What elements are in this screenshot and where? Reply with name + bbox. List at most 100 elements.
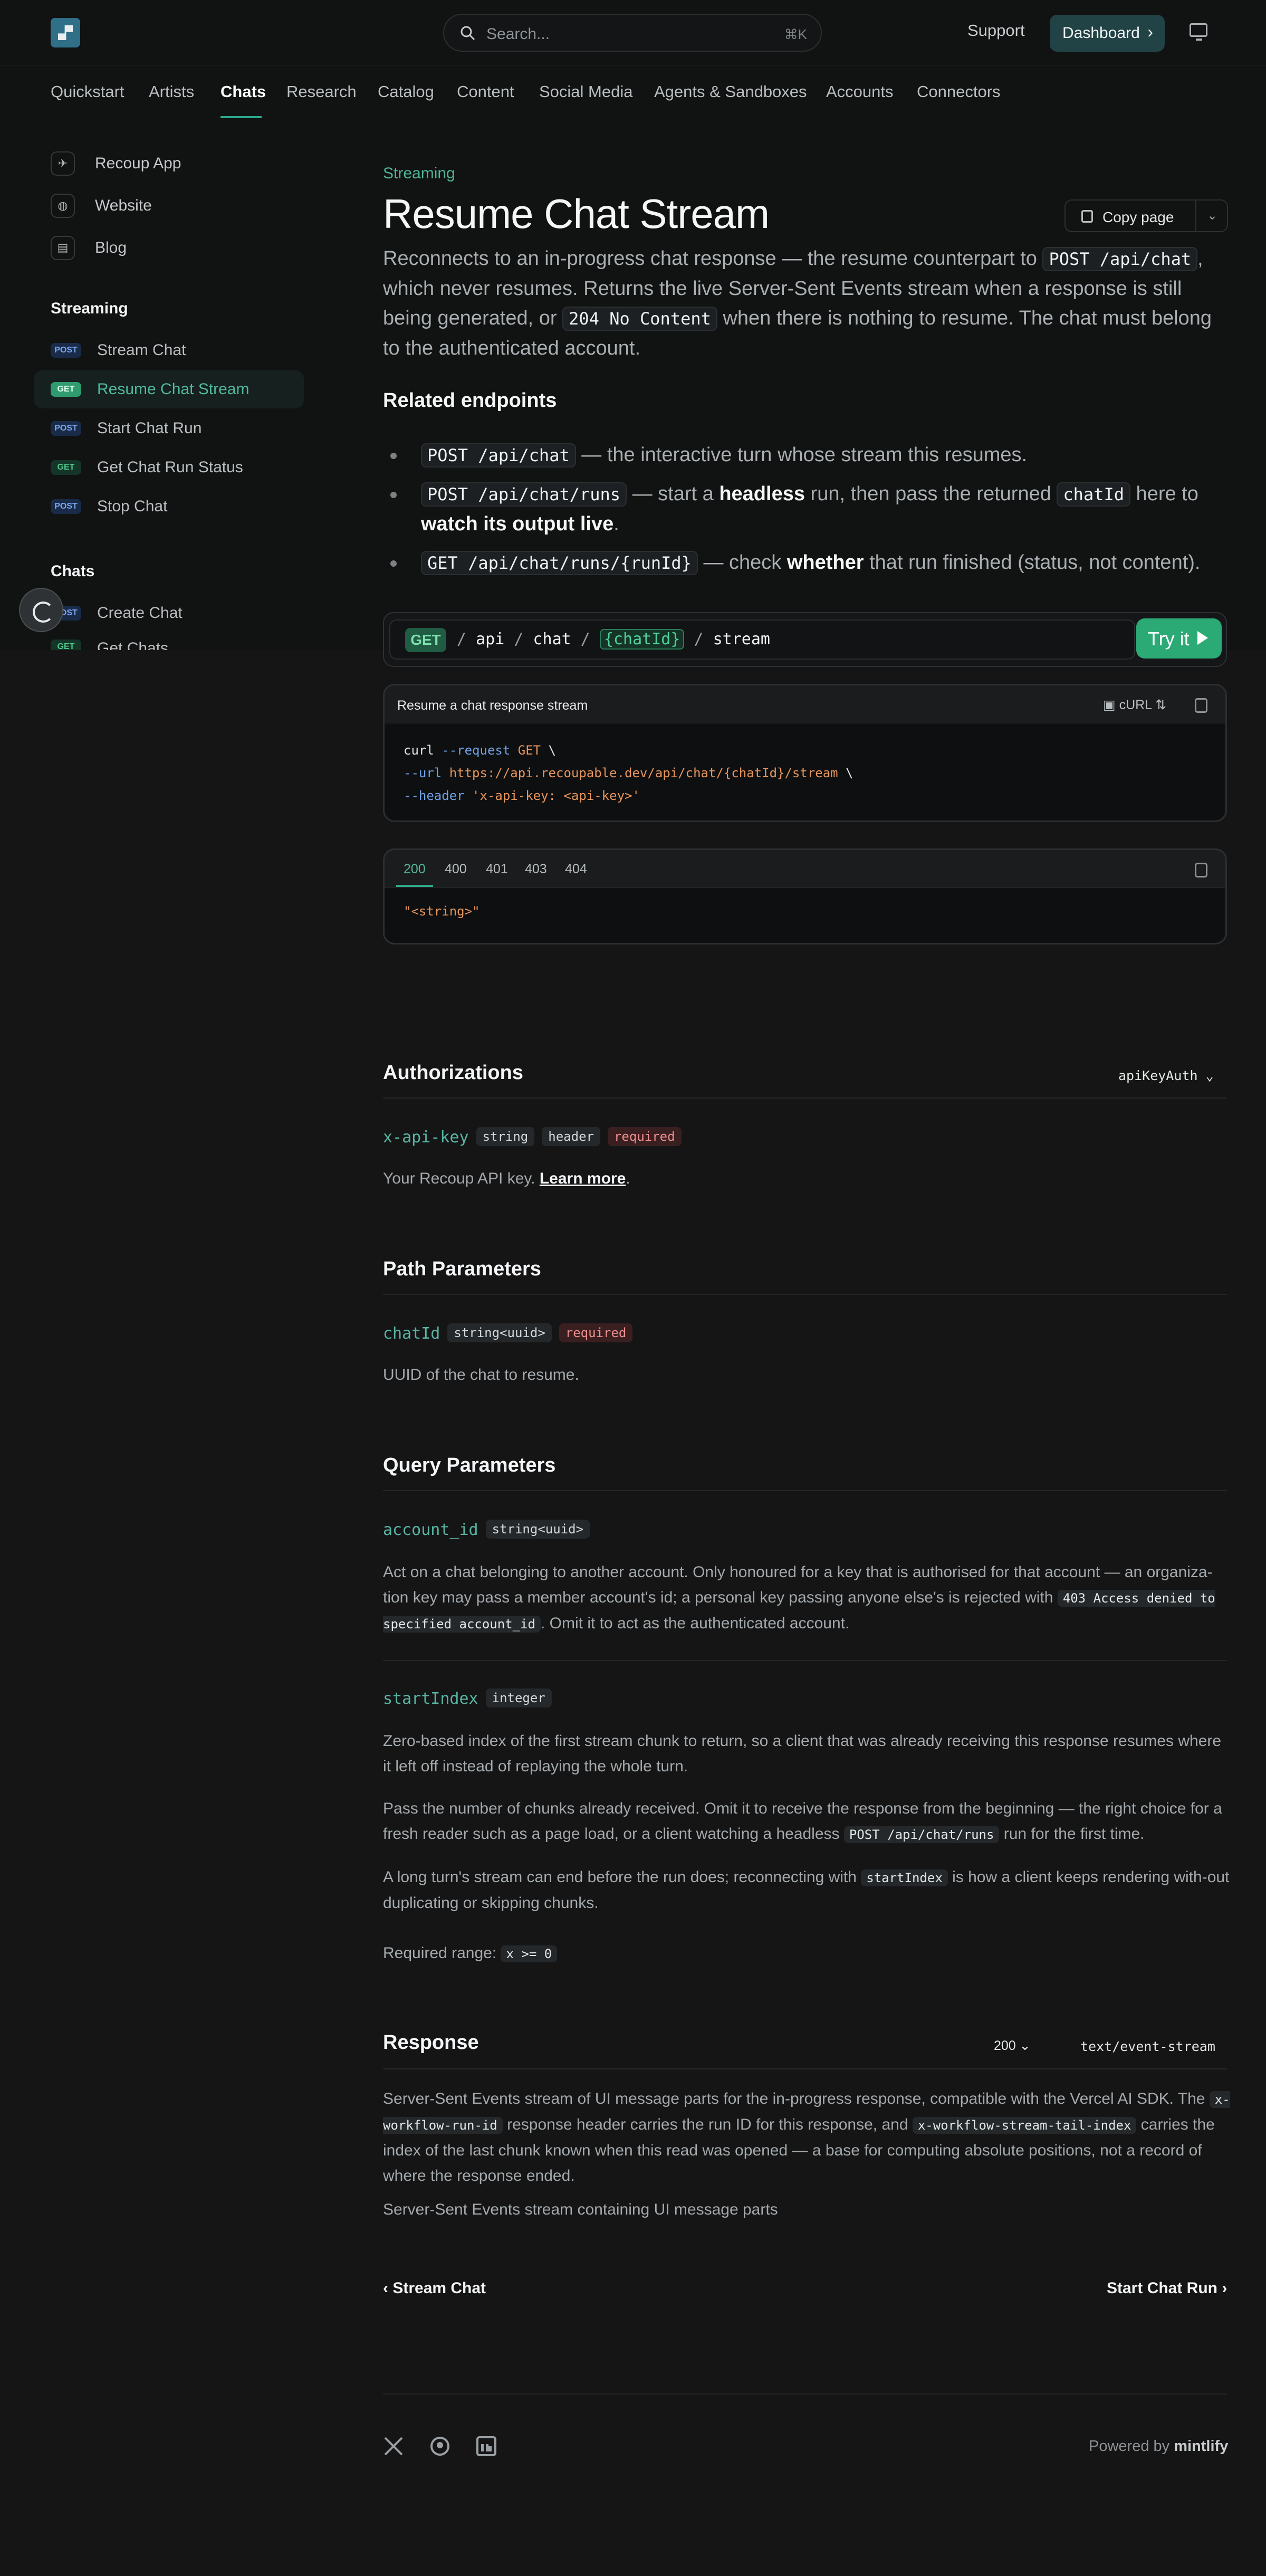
inline-code: GET /api/chat/runs/{runId}: [421, 551, 698, 575]
inline-code: chatId: [1057, 482, 1130, 507]
next-page-link[interactable]: Start Chat Run ›: [1107, 2279, 1227, 2297]
auth-scheme-label: apiKeyAuth: [1118, 1068, 1198, 1083]
list-item: GET /api/chat/runs/{runId} — check wheth…: [390, 548, 1234, 578]
tab-403[interactable]: 403: [525, 862, 547, 877]
list-emphasis: headless: [719, 483, 805, 505]
inline-code: POST /api/chat/runs: [421, 482, 627, 507]
method-badge: GET: [51, 460, 81, 475]
tab-connectors[interactable]: Connectors: [917, 82, 1001, 101]
sidebar-link-label: Website: [95, 197, 152, 214]
sidebar-link-recoup-app[interactable]: ✈ Recoup App: [51, 151, 181, 176]
monitor-icon[interactable]: [1190, 23, 1207, 41]
range-label: Required range:: [383, 1944, 501, 1962]
try-it-label: Try it: [1148, 628, 1190, 650]
sidebar-item-stop-chat[interactable]: POST Stop Chat: [34, 488, 304, 526]
try-it-button[interactable]: Try it: [1136, 618, 1222, 659]
tab-catalog[interactable]: Catalog: [378, 82, 434, 101]
type-pill: integer: [485, 1688, 552, 1707]
list-text: — start a: [627, 483, 720, 505]
sidebar-item-stream-chat[interactable]: POST Stream Chat: [34, 331, 304, 369]
tab-chats[interactable]: Chats: [220, 82, 266, 101]
linkedin-icon[interactable]: [476, 2436, 497, 2457]
endpoint-url-field[interactable]: GET / api / chat / {chatId} / stream: [389, 619, 1135, 660]
sidebar-item-create-chat[interactable]: POST Create Chat: [34, 594, 304, 632]
search-shortcut: ⌘K: [784, 26, 807, 42]
field-name: startIndex: [383, 1690, 478, 1708]
required-pill: required: [607, 1127, 682, 1146]
assistant-fab-icon[interactable]: [19, 588, 63, 632]
language-select[interactable]: ▣ cURL ⇅: [1103, 697, 1166, 713]
tab-content[interactable]: Content: [457, 82, 514, 101]
sidebar-item-start-chat-run[interactable]: POST Start Chat Run: [34, 409, 304, 447]
sidebar-group-title: Chats: [51, 562, 95, 580]
field-description: Your Recoup API key. Learn more.: [383, 1166, 1232, 1191]
play-icon: [1197, 631, 1208, 645]
recoup-logo[interactable]: [51, 18, 80, 47]
description-text: A long turn's stream can end before the …: [383, 1868, 861, 1886]
auth-scheme-select[interactable]: apiKeyAuth ⌄: [1118, 1068, 1214, 1083]
tab-accounts[interactable]: Accounts: [826, 82, 894, 101]
learn-more-link[interactable]: Learn more: [540, 1170, 626, 1187]
status-code-select[interactable]: 200 ⌄: [994, 2038, 1031, 2054]
divider: [383, 2393, 1227, 2394]
x-icon[interactable]: [383, 2436, 404, 2457]
method-badge: POST: [51, 343, 81, 358]
tab-400[interactable]: 400: [445, 862, 467, 877]
tab-agents-sandboxes[interactable]: Agents & Sandboxes: [654, 82, 807, 101]
field-row: x-api-key string header required: [383, 1127, 682, 1147]
content-type-label: text/event-stream: [1080, 2039, 1215, 2054]
tab-artists[interactable]: Artists: [149, 82, 194, 101]
tab-social-media[interactable]: Social Media: [539, 82, 632, 101]
request-example-title: Resume a chat response stream: [397, 698, 588, 713]
copy-icon[interactable]: [1195, 863, 1207, 877]
response-example-card: 200 400 401 403 404 "<string>": [383, 848, 1227, 944]
field-name: chatId: [383, 1324, 440, 1343]
sidebar-item-label: Stream Chat: [97, 341, 186, 359]
type-pill: string<uuid>: [485, 1520, 590, 1539]
previous-page-link[interactable]: ‹ Stream Chat: [383, 2279, 486, 2297]
divider: [383, 1294, 1227, 1295]
sidebar-item-resume-chat-stream[interactable]: GET Resume Chat Stream: [34, 370, 304, 408]
code-line: --header 'x-api-key: <api-key>': [404, 788, 640, 803]
location-pill: header: [542, 1127, 600, 1146]
copy-page-label: Copy page: [1102, 209, 1174, 225]
endpoint-bar: GET / api / chat / {chatId} / stream Try…: [383, 612, 1227, 667]
code-line: curl --request GET \: [404, 743, 556, 758]
dashboard-button[interactable]: Dashboard ›: [1050, 15, 1165, 52]
sidebar-group-title: Streaming: [51, 300, 128, 317]
tab-quickstart[interactable]: Quickstart: [51, 82, 124, 101]
powered-by[interactable]: Powered by mintlify: [1089, 2438, 1228, 2455]
chevron-down-icon[interactable]: ⌄: [1207, 208, 1217, 223]
tab-research[interactable]: Research: [286, 82, 357, 101]
support-link[interactable]: Support: [967, 21, 1025, 40]
chevron-left-icon: ‹: [383, 2279, 393, 2297]
list-item: POST /api/chat — the interactive turn wh…: [390, 440, 1234, 470]
tab-200[interactable]: 200: [404, 862, 426, 877]
divider: [383, 2068, 1227, 2069]
chevron-right-icon: ›: [1217, 2279, 1227, 2297]
tab-401[interactable]: 401: [486, 862, 508, 877]
sidebar-item-get-chat-run-status[interactable]: GET Get Chat Run Status: [34, 449, 304, 486]
code-line: --url https://api.recoupable.dev/api/cha…: [404, 766, 853, 780]
mintlify-logo-text: mintlify: [1174, 2438, 1229, 2455]
list-emphasis: whether: [787, 551, 864, 574]
tab-404[interactable]: 404: [565, 862, 587, 877]
sidebar-item-label: Resume Chat Stream: [97, 380, 250, 398]
list-text: .: [613, 513, 619, 535]
sidebar-link-label: Recoup App: [95, 155, 181, 172]
inline-code: POST /api/chat: [421, 443, 576, 468]
sidebar-link-label: Blog: [95, 239, 127, 256]
inline-code: POST /api/chat: [1042, 247, 1198, 271]
github-icon[interactable]: [429, 2436, 450, 2457]
search-box[interactable]: Search... ⌘K: [443, 14, 822, 52]
copy-page-button[interactable]: Copy page ⌄: [1064, 199, 1228, 232]
sidebar-link-blog[interactable]: ▤ Blog: [51, 235, 127, 261]
chevron-right-icon: ›: [1147, 22, 1153, 41]
response-heading: Response: [383, 2031, 479, 2054]
copy-icon[interactable]: [1195, 698, 1207, 713]
field-description: UUID of the chat to resume.: [383, 1366, 579, 1384]
sidebar-link-website[interactable]: ◍ Website: [51, 193, 152, 218]
sidebar-item-get-chats[interactable]: GET Get Chats: [34, 632, 304, 650]
path-param-segment[interactable]: {chatId}: [599, 629, 685, 650]
type-pill: string: [476, 1127, 535, 1146]
